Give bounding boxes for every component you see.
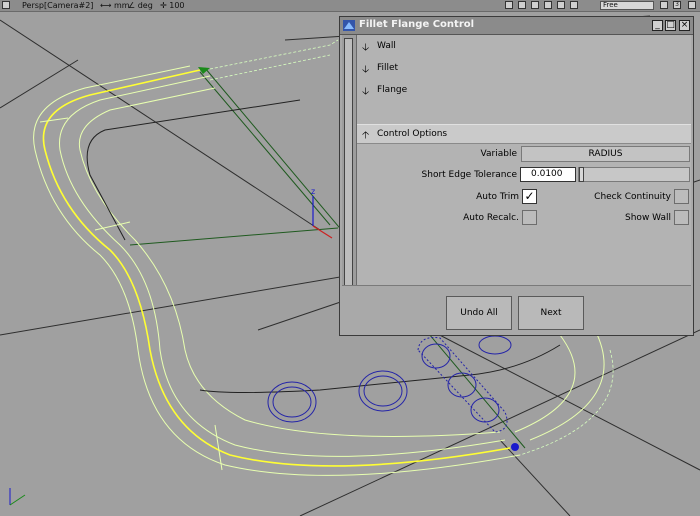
viewport-status-bar: Persp[Camera#2] ⟷ mm ∠ deg ✛ 100 Free 3	[0, 0, 700, 12]
fit-view-icon[interactable]	[544, 1, 552, 9]
dialog-button-bar: Undo All Next	[342, 285, 691, 334]
check-continuity-label: Check Continuity	[594, 192, 671, 202]
auto-recalc-label: Auto Recalc.	[463, 213, 519, 223]
close-icon[interactable]: ×	[679, 20, 690, 31]
section-fillet[interactable]: 🡣 Fillet	[357, 59, 691, 79]
maximize-icon[interactable]: □	[665, 20, 676, 31]
auto-recalc-checkbox[interactable]	[522, 210, 537, 225]
layer-icon[interactable]	[660, 1, 668, 9]
check-continuity-checkbox[interactable]	[674, 189, 689, 204]
arrow-down-icon: 🡣	[362, 86, 370, 97]
grid-spacing: ✛ 100	[160, 1, 185, 10]
variable-label: Variable	[480, 149, 517, 159]
z-axis-label: z	[311, 187, 315, 196]
close-view-icon[interactable]	[2, 1, 10, 9]
auto-trim-checkbox[interactable]: ✓	[522, 189, 537, 204]
next-button[interactable]: Next	[518, 296, 584, 330]
grid-spacing-label: 100	[169, 1, 185, 10]
camera-name: Persp[Camera#2]	[22, 1, 94, 10]
tumble-icon[interactable]	[557, 1, 565, 9]
fillet-flange-dialog: Fillet Flange Control _ □ × 🡣 Wall 🡣 Fil…	[339, 16, 694, 336]
show-wall-checkbox[interactable]	[674, 210, 689, 225]
section-control-options-label: Control Options	[377, 129, 448, 139]
tolerance-input[interactable]: 0.0100	[520, 167, 576, 182]
undo-all-button[interactable]: Undo All	[446, 296, 512, 330]
minimize-icon[interactable]: _	[652, 20, 663, 31]
auto-trim-label: Auto Trim	[476, 192, 519, 202]
section-flange-label: Flange	[377, 85, 408, 95]
show-wall-label: Show Wall	[625, 213, 671, 223]
pan-icon[interactable]	[505, 1, 513, 9]
dialog-title: Fillet Flange Control	[359, 19, 475, 30]
dialog-panel: 🡣 Wall 🡣 Fillet 🡣 Flange 🡡 Control Optio…	[357, 35, 691, 301]
section-control-options[interactable]: 🡡 Control Options	[357, 124, 691, 144]
arrow-up-icon: 🡡	[362, 130, 370, 141]
zoom-icon[interactable]	[518, 1, 526, 9]
length-units: ⟷ mm	[100, 1, 130, 10]
tolerance-label: Short Edge Tolerance	[421, 170, 517, 180]
arrow-down-icon: 🡣	[362, 64, 370, 75]
section-wall-label: Wall	[377, 41, 396, 51]
dialog-scrollbar[interactable]	[342, 35, 357, 301]
section-wall[interactable]: 🡣 Wall	[357, 37, 691, 57]
layer-number: 3	[673, 1, 681, 9]
tolerance-slider[interactable]	[578, 167, 690, 182]
display-mode-select[interactable]: Free	[600, 1, 654, 10]
magnify-icon[interactable]	[531, 1, 539, 9]
slider-knob[interactable]	[579, 167, 584, 182]
scrollbar-thumb[interactable]	[344, 38, 353, 296]
section-flange[interactable]: 🡣 Flange	[357, 81, 691, 101]
section-fillet-label: Fillet	[377, 63, 399, 73]
app-icon	[343, 20, 355, 31]
checkmark-icon: ✓	[524, 189, 535, 203]
variable-field[interactable]: RADIUS	[521, 146, 690, 162]
arrow-down-icon: 🡣	[362, 42, 370, 53]
track-icon[interactable]	[570, 1, 578, 9]
dialog-titlebar[interactable]: Fillet Flange Control _ □ ×	[340, 17, 693, 35]
maximize-view-icon[interactable]	[688, 1, 696, 9]
angle-units-label: deg	[137, 1, 153, 10]
angle-units: ∠ deg	[128, 1, 153, 10]
